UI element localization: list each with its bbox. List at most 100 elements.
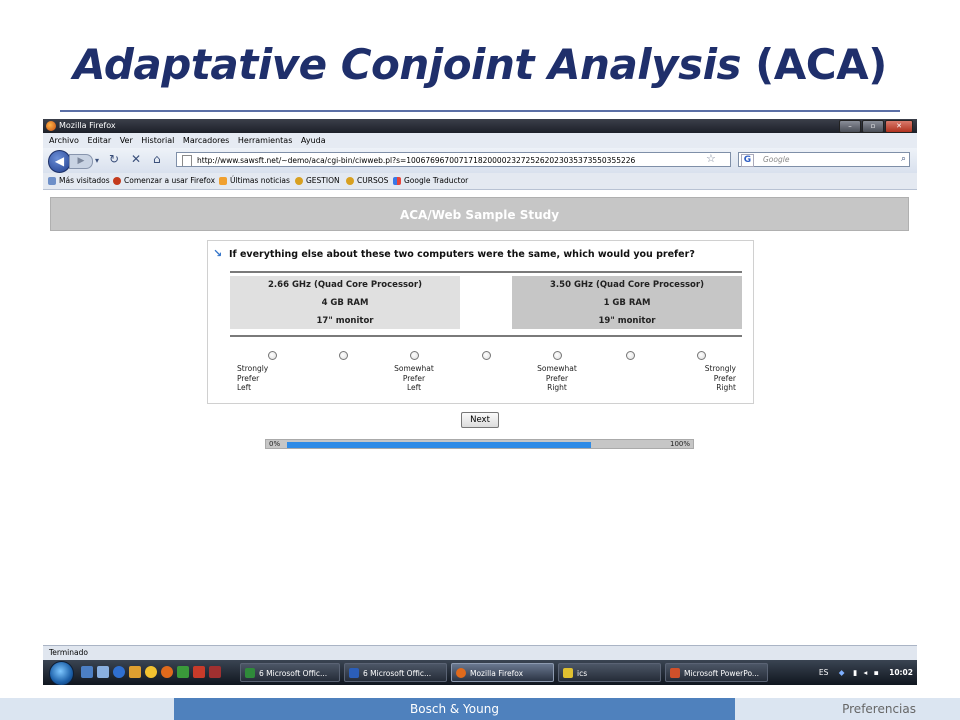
powerpoint-icon: [670, 668, 680, 678]
firefox-icon: [456, 668, 466, 678]
folder-icon: [563, 668, 573, 678]
network-icon[interactable]: ◆: [839, 668, 845, 677]
progress-end-label: 100%: [669, 440, 690, 448]
folder-icon[interactable]: [129, 666, 141, 678]
app-quicklaunch-icon[interactable]: [209, 666, 221, 678]
google-translate-icon: [393, 177, 401, 185]
radio-point-4[interactable]: [482, 351, 491, 360]
url-text: http://www.sawsft.net/~demo/aca/cgi-bin/…: [197, 156, 636, 165]
bookmark-star-icon[interactable]: ☆: [706, 152, 716, 165]
firefox-quicklaunch-icon[interactable]: [161, 666, 173, 678]
stop-icon[interactable]: ✕: [131, 152, 141, 166]
menu-marcadores[interactable]: Marcadores: [183, 133, 229, 148]
bookmark-page-icon: [346, 177, 354, 185]
option-left-ram: 4 GB RAM: [321, 298, 369, 308]
task-label: 6 Microsoft Offic...: [259, 669, 328, 678]
show-desktop-icon[interactable]: [81, 666, 93, 678]
battery-icon[interactable]: ▮: [853, 668, 857, 677]
maximize-button[interactable]: ▫: [862, 120, 884, 133]
option-left: 2.66 GHz (Quad Core Processor) 4 GB RAM …: [230, 276, 460, 329]
progress-start-label: 0%: [269, 440, 281, 448]
progress-fill: [287, 442, 591, 448]
app-quicklaunch-icon[interactable]: [193, 666, 205, 678]
radio-strongly-prefer-right[interactable]: [697, 351, 706, 360]
question-panel: ↘ If everything else about these two com…: [207, 240, 754, 404]
forward-button[interactable]: ▶: [69, 154, 93, 169]
bookmark-ultimas-noticias[interactable]: Últimas noticias: [219, 173, 290, 189]
language-indicator[interactable]: ES: [819, 668, 829, 677]
word-icon: [349, 668, 359, 678]
menu-herramientas[interactable]: Herramientas: [238, 133, 293, 148]
history-dropdown-icon[interactable]: ▾: [95, 156, 99, 165]
close-button[interactable]: ✕: [885, 120, 913, 133]
study-header: ACA/Web Sample Study: [50, 197, 909, 231]
option-right-cpu: 3.50 GHz (Quad Core Processor): [550, 280, 704, 290]
bookmark-comenzar[interactable]: Comenzar a usar Firefox: [113, 173, 215, 189]
switch-windows-icon[interactable]: [97, 666, 109, 678]
menu-bar: Archivo Editar Ver Historial Marcadores …: [43, 133, 917, 148]
menu-ayuda[interactable]: Ayuda: [301, 133, 326, 148]
window-controls: – ▫ ✕: [839, 120, 913, 133]
search-icon[interactable]: ⌕: [901, 153, 906, 166]
progress-bar: 0% 100%: [265, 439, 694, 449]
arrow-icon: ↘: [213, 247, 223, 260]
task-label: Mozilla Firefox: [470, 669, 524, 678]
scale-label-somewhat-left: Somewhat Prefer Left: [394, 364, 434, 392]
app-quicklaunch-icon[interactable]: [177, 666, 189, 678]
firefox-logo-icon: [46, 121, 56, 131]
volume-icon[interactable]: ◂: [863, 668, 867, 677]
bookmark-label: CURSOS: [357, 176, 389, 185]
status-text: Terminado: [49, 648, 88, 657]
bookmark-mas-visitados[interactable]: Más visitados: [48, 173, 110, 189]
task-mozilla-firefox[interactable]: Mozilla Firefox: [451, 663, 554, 682]
task-microsoft-office-1[interactable]: 6 Microsoft Offic...: [240, 663, 340, 682]
messenger-icon[interactable]: [145, 666, 157, 678]
radio-strongly-prefer-left[interactable]: [268, 351, 277, 360]
address-bar[interactable]: http://www.sawsft.net/~demo/aca/cgi-bin/…: [176, 152, 731, 167]
clock[interactable]: 10:02: [889, 668, 913, 677]
excel-icon: [245, 668, 255, 678]
footer-author: Bosch & Young: [174, 698, 735, 720]
start-button[interactable]: [49, 661, 74, 685]
bookmark-folder-icon: [48, 177, 56, 185]
task-label: 6 Microsoft Offic...: [363, 669, 432, 678]
task-ics[interactable]: ics: [558, 663, 661, 682]
bookmark-label: Google Traductor: [404, 176, 469, 185]
window-title: Mozilla Firefox: [59, 121, 116, 130]
back-button[interactable]: ◀: [48, 150, 71, 173]
menu-historial[interactable]: Historial: [141, 133, 174, 148]
minimize-button[interactable]: –: [839, 120, 861, 133]
menu-archivo[interactable]: Archivo: [49, 133, 79, 148]
status-bar: Terminado: [43, 645, 917, 660]
home-icon[interactable]: ⌂: [153, 152, 161, 166]
security-icon[interactable]: ▪: [874, 668, 879, 677]
radio-point-6[interactable]: [626, 351, 635, 360]
slide-footer: Bosch & Young Preferencias: [0, 698, 960, 720]
google-icon[interactable]: G: [741, 154, 754, 167]
slide-title: Adaptative Conjoint Analysis (ACA): [0, 40, 960, 89]
bookmark-page-icon: [295, 177, 303, 185]
radio-point-2[interactable]: [339, 351, 348, 360]
option-right-ram: 1 GB RAM: [603, 298, 651, 308]
bookmark-google-traductor[interactable]: Google Traductor: [393, 173, 468, 189]
menu-ver[interactable]: Ver: [120, 133, 133, 148]
menu-editar[interactable]: Editar: [87, 133, 111, 148]
slide-title-suffix: (ACA): [740, 40, 887, 89]
web-page: ACA/Web Sample Study ↘ If everything els…: [43, 190, 917, 645]
next-button[interactable]: Next: [461, 412, 499, 428]
bookmark-label: Últimas noticias: [230, 176, 290, 185]
bookmark-cursos[interactable]: CURSOS: [346, 173, 388, 189]
search-input[interactable]: G Google ⌕: [738, 152, 910, 167]
task-microsoft-powerpoint[interactable]: Microsoft PowerPo...: [665, 663, 768, 682]
scale-label-somewhat-right: Somewhat Prefer Right: [537, 364, 577, 392]
internet-explorer-icon[interactable]: [113, 666, 125, 678]
reload-icon[interactable]: ↻: [109, 152, 119, 166]
radio-somewhat-prefer-left[interactable]: [410, 351, 419, 360]
slide-title-main: Adaptative Conjoint Analysis: [73, 40, 741, 89]
radio-somewhat-prefer-right[interactable]: [553, 351, 562, 360]
task-microsoft-office-2[interactable]: 6 Microsoft Offic...: [344, 663, 447, 682]
divider: [230, 271, 742, 273]
footer-left-block: [0, 698, 174, 720]
bookmark-label: GESTION: [306, 176, 340, 185]
bookmark-gestion[interactable]: GESTION: [295, 173, 340, 189]
